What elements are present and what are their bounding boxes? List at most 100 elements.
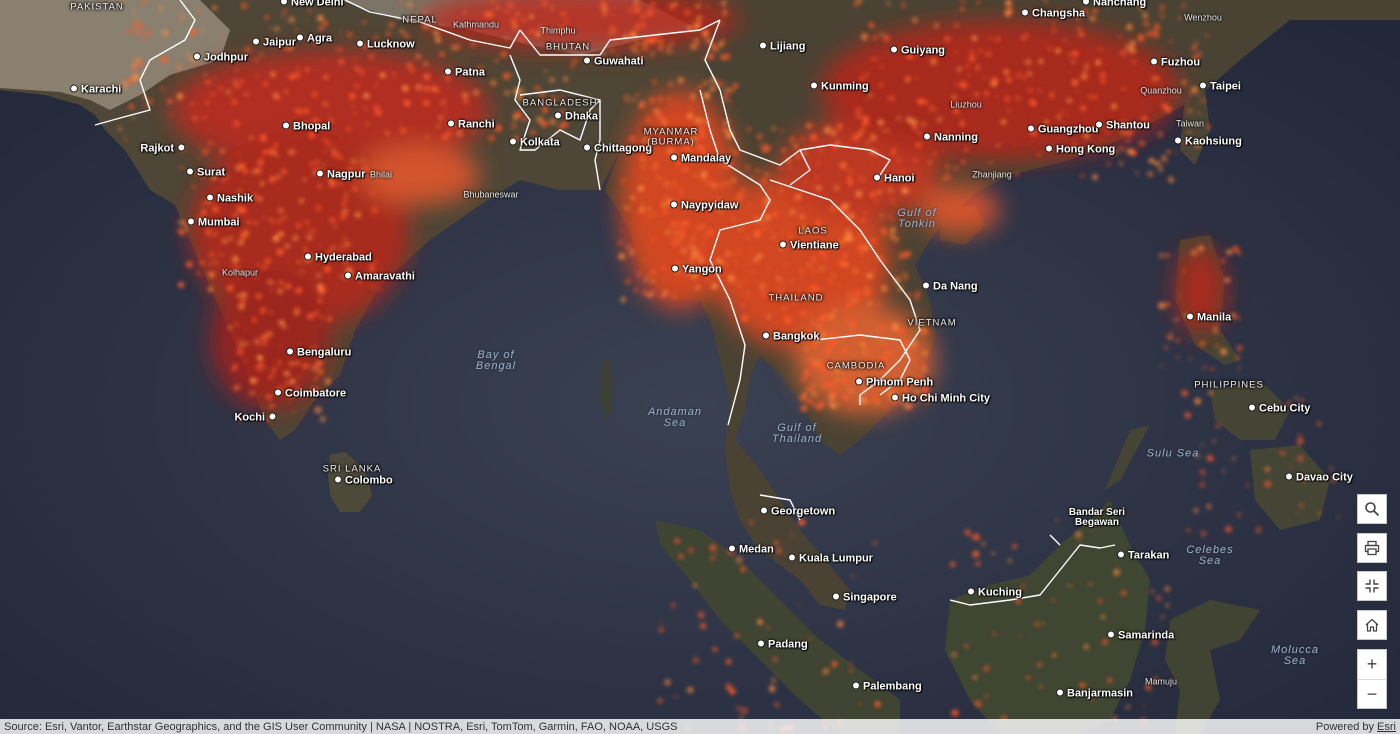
fire-hotspot-point — [916, 142, 922, 148]
fire-hotspot-point — [441, 134, 448, 141]
exit-fullscreen-button[interactable] — [1357, 571, 1387, 601]
fire-hotspot-point — [263, 366, 266, 369]
fire-hotspot-point — [1039, 684, 1043, 689]
fire-hotspot-point — [266, 394, 272, 400]
zoom-controls: + − — [1357, 649, 1387, 709]
fire-hotspot-point — [1156, 595, 1162, 601]
fire-hotspot-point — [646, 116, 652, 123]
fire-hotspot-point — [646, 213, 652, 219]
fire-hotspot-point — [386, 31, 391, 36]
fire-hotspot-point — [564, 19, 569, 24]
zoom-in-button[interactable]: + — [1358, 650, 1386, 679]
fire-hotspot-point — [327, 146, 330, 149]
fire-hotspot-point — [891, 149, 896, 155]
fire-hotspot-point — [283, 370, 290, 377]
fire-hotspot-point — [308, 131, 315, 138]
home-button[interactable] — [1357, 610, 1387, 640]
fire-hotspot-point — [429, 87, 433, 90]
fire-hotspot-point — [1037, 153, 1041, 156]
fire-hotspot-point — [444, 96, 447, 99]
fire-hotspot-point — [1080, 73, 1088, 81]
fire-hotspot-point — [1047, 46, 1053, 51]
fire-hotspot-point — [354, 83, 360, 89]
fire-hotspot-point — [853, 268, 858, 274]
fire-hotspot-point — [854, 290, 861, 297]
fire-hotspot-point — [549, 77, 555, 83]
fire-hotspot-point — [729, 280, 733, 284]
fire-hotspot-point — [820, 224, 826, 230]
fire-hotspot-point — [1030, 129, 1037, 137]
zoom-out-button[interactable]: − — [1358, 679, 1386, 709]
fire-hotspot-point — [423, 85, 429, 92]
fire-hotspot-point — [1208, 390, 1213, 395]
fire-hotspot-point — [517, 95, 524, 102]
search-button[interactable] — [1357, 494, 1387, 524]
fire-hotspot-point — [313, 40, 318, 45]
fire-hotspot-point — [1019, 586, 1023, 590]
fire-hotspot-point — [675, 271, 680, 275]
fire-hotspot-point — [860, 33, 868, 41]
fire-hotspot-point — [373, 85, 376, 89]
fire-hotspot-point — [1130, 40, 1136, 47]
fire-hotspot-point — [969, 49, 974, 54]
map-view[interactable]: Karachi New Delhi Jaipur Jodhpur Agra Lucknow… — [0, 0, 1400, 734]
fire-hotspot-point — [201, 209, 207, 216]
fire-hotspot-point — [672, 232, 676, 236]
fire-hotspot-point — [1007, 558, 1012, 563]
fire-hotspot-point — [859, 75, 865, 82]
fire-hotspot-point — [1159, 5, 1165, 11]
fire-hotspot-point — [201, 29, 204, 32]
attribution-sources[interactable]: Source: Esri, Vantor, Earthstar Geograph… — [4, 721, 677, 733]
fire-hotspot-point — [718, 42, 724, 48]
fire-hotspot-point — [706, 180, 713, 187]
fire-hotspot-point — [202, 148, 209, 156]
fire-hotspot-point — [1003, 69, 1009, 75]
fire-hotspot-point — [370, 193, 374, 196]
fire-hotspot-point — [305, 261, 308, 265]
fire-hotspot-point — [657, 38, 664, 46]
esri-link[interactable]: Esri — [1377, 721, 1396, 733]
fire-hotspot-point — [232, 256, 239, 263]
fire-hotspot-point — [867, 347, 873, 353]
fire-hotspot-point — [435, 37, 441, 43]
fire-hotspot-point — [233, 80, 238, 85]
fire-hotspot-point — [422, 8, 427, 14]
fire-hotspot-point — [643, 257, 646, 261]
fire-hotspot-point — [1083, 644, 1089, 650]
fire-hotspot-point — [851, 319, 855, 322]
fire-hotspot-point — [315, 204, 322, 212]
fire-hotspot-point — [802, 358, 806, 362]
fire-hotspot-point — [617, 145, 623, 152]
fire-hotspot-point — [697, 249, 702, 255]
fire-hotspot-point — [1101, 638, 1109, 646]
fire-hotspot-point — [303, 121, 309, 127]
fire-hotspot-point — [692, 657, 699, 664]
fire-hotspot-point — [1022, 584, 1026, 588]
fire-hotspot-point — [787, 166, 792, 171]
fire-hotspot-point — [833, 245, 837, 249]
fire-hotspot-point — [277, 360, 282, 365]
fire-hotspot-point — [463, 10, 467, 14]
fire-hotspot-point — [749, 520, 753, 525]
fire-hotspot-point — [296, 271, 299, 274]
fire-hotspot-point — [691, 251, 698, 258]
fire-hotspot-point — [1100, 80, 1104, 84]
fire-hotspot-point — [742, 265, 745, 268]
fire-hotspot-point — [1211, 367, 1215, 371]
print-button[interactable] — [1357, 533, 1387, 563]
fire-hotspot-point — [1066, 113, 1070, 117]
fire-hotspot-point — [1194, 141, 1201, 148]
fire-hotspot-point — [616, 56, 620, 61]
fire-hotspot-point — [880, 327, 884, 331]
fire-hotspot-point — [747, 261, 750, 265]
fire-hotspot-point — [678, 238, 681, 242]
fire-hotspot-point — [1052, 11, 1055, 14]
fire-hotspot-point — [529, 14, 534, 19]
fire-hotspot-point — [894, 310, 897, 313]
fire-hotspot-point — [768, 685, 776, 692]
fire-hotspot-point — [1083, 71, 1087, 75]
fire-hotspot-point — [1015, 72, 1021, 79]
fire-hotspot-point — [196, 9, 201, 13]
fire-hotspot-point — [984, 694, 989, 699]
fire-hotspot-point — [864, 99, 868, 102]
